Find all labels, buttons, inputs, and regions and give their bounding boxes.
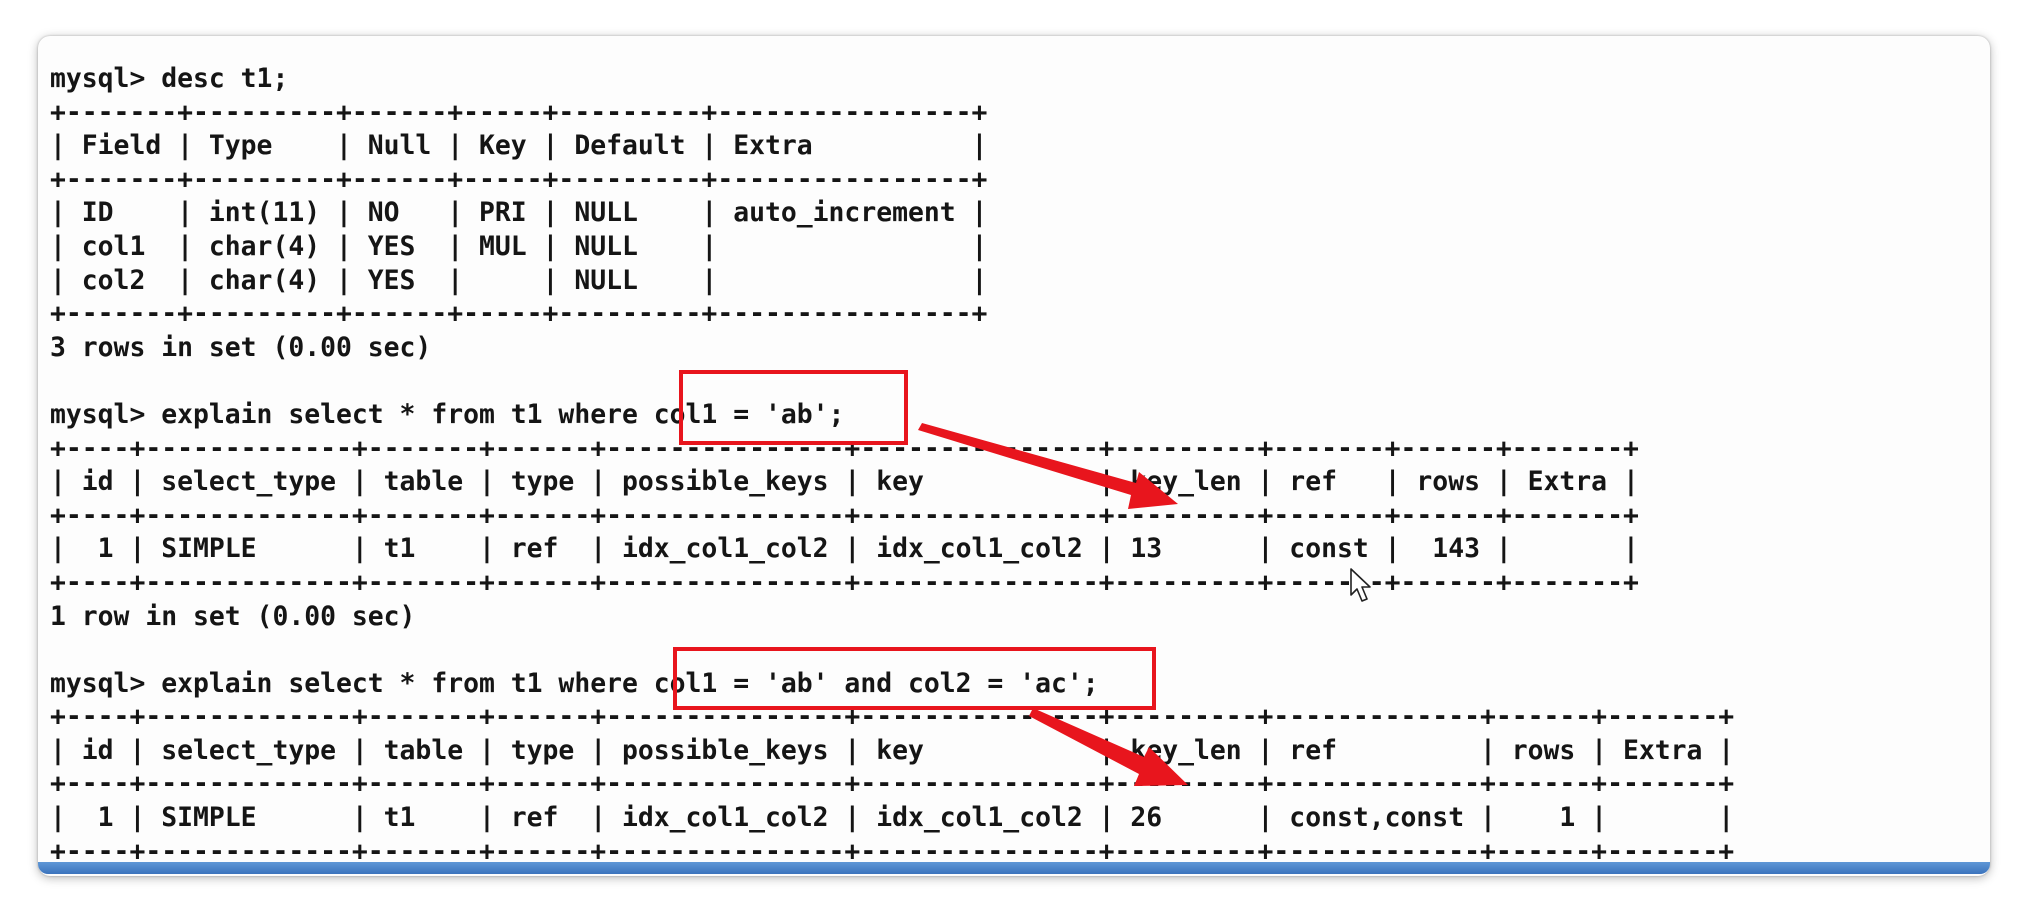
mouse-cursor-icon [1350, 568, 1371, 602]
terminal-window: mysql> desc t1; +-------+---------+------… [38, 36, 1990, 876]
terminal-line: | ID | int(11) | NO | PRI | NULL | auto_… [50, 197, 988, 229]
terminal-line: +-------+---------+------+-----+--------… [50, 96, 988, 128]
terminal-line: 1 row in set (0.00 sec) [50, 600, 416, 632]
terminal-line: | 1 | SIMPLE | t1 | ref | idx_col1_col2 … [50, 802, 1735, 834]
terminal-line: +----+-------------+-------+------+-----… [50, 566, 1639, 598]
terminal-line: +----+-------------+-------+------+-----… [50, 499, 1639, 531]
terminal-line: 3 rows in set (0.00 sec) [50, 331, 432, 363]
terminal-line: +-------+---------+------+-----+--------… [50, 298, 988, 330]
terminal-line: | Field | Type | Null | Key | Default | … [50, 130, 988, 162]
highlight-box-where-col1 [679, 370, 908, 445]
terminal-line: | col1 | char(4) | YES | MUL | NULL | | [50, 230, 988, 262]
terminal-line: +-------+---------+------+-----+--------… [50, 163, 988, 195]
taskbar [38, 862, 1990, 874]
highlight-box-where-col1-col2 [673, 647, 1156, 710]
terminal-line: | col2 | char(4) | YES | | NULL | | [50, 264, 988, 296]
terminal-line: mysql> desc t1; [50, 63, 289, 94]
terminal-line: | id | select_type | table | type | poss… [50, 734, 1735, 766]
terminal-output: mysql> desc t1; +-------+---------+------… [50, 62, 1734, 868]
terminal-line: | 1 | SIMPLE | t1 | ref | idx_col1_col2 … [50, 533, 1639, 565]
terminal-line: | id | select_type | table | type | poss… [50, 466, 1639, 498]
terminal-line: +----+-------------+-------+------+-----… [50, 768, 1735, 800]
